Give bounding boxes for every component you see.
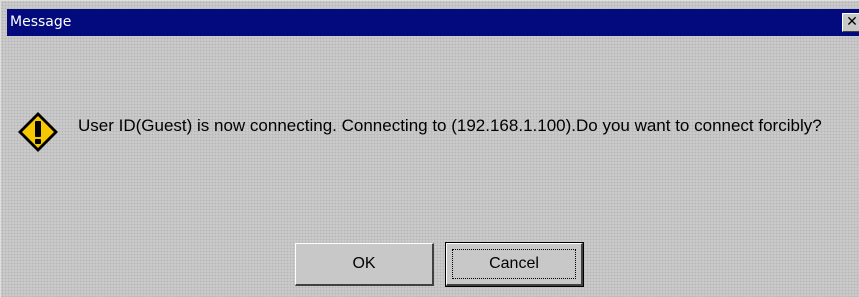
cancel-button-label: Cancel xyxy=(489,255,539,272)
warning-exclamation-icon xyxy=(18,112,58,152)
ok-button[interactable]: OK xyxy=(295,243,434,286)
close-button[interactable]: ✕ xyxy=(842,13,859,32)
message-dialog: Message ✕ User ID(Guest) is now connecti… xyxy=(0,0,859,297)
title-bar[interactable]: Message ✕ xyxy=(7,9,859,36)
close-icon: ✕ xyxy=(846,14,858,30)
ok-button-label: OK xyxy=(352,255,376,272)
dialog-title: Message xyxy=(10,14,72,30)
dialog-message: User ID(Guest) is now connecting. Connec… xyxy=(78,116,822,135)
cancel-button[interactable]: Cancel xyxy=(445,242,584,287)
